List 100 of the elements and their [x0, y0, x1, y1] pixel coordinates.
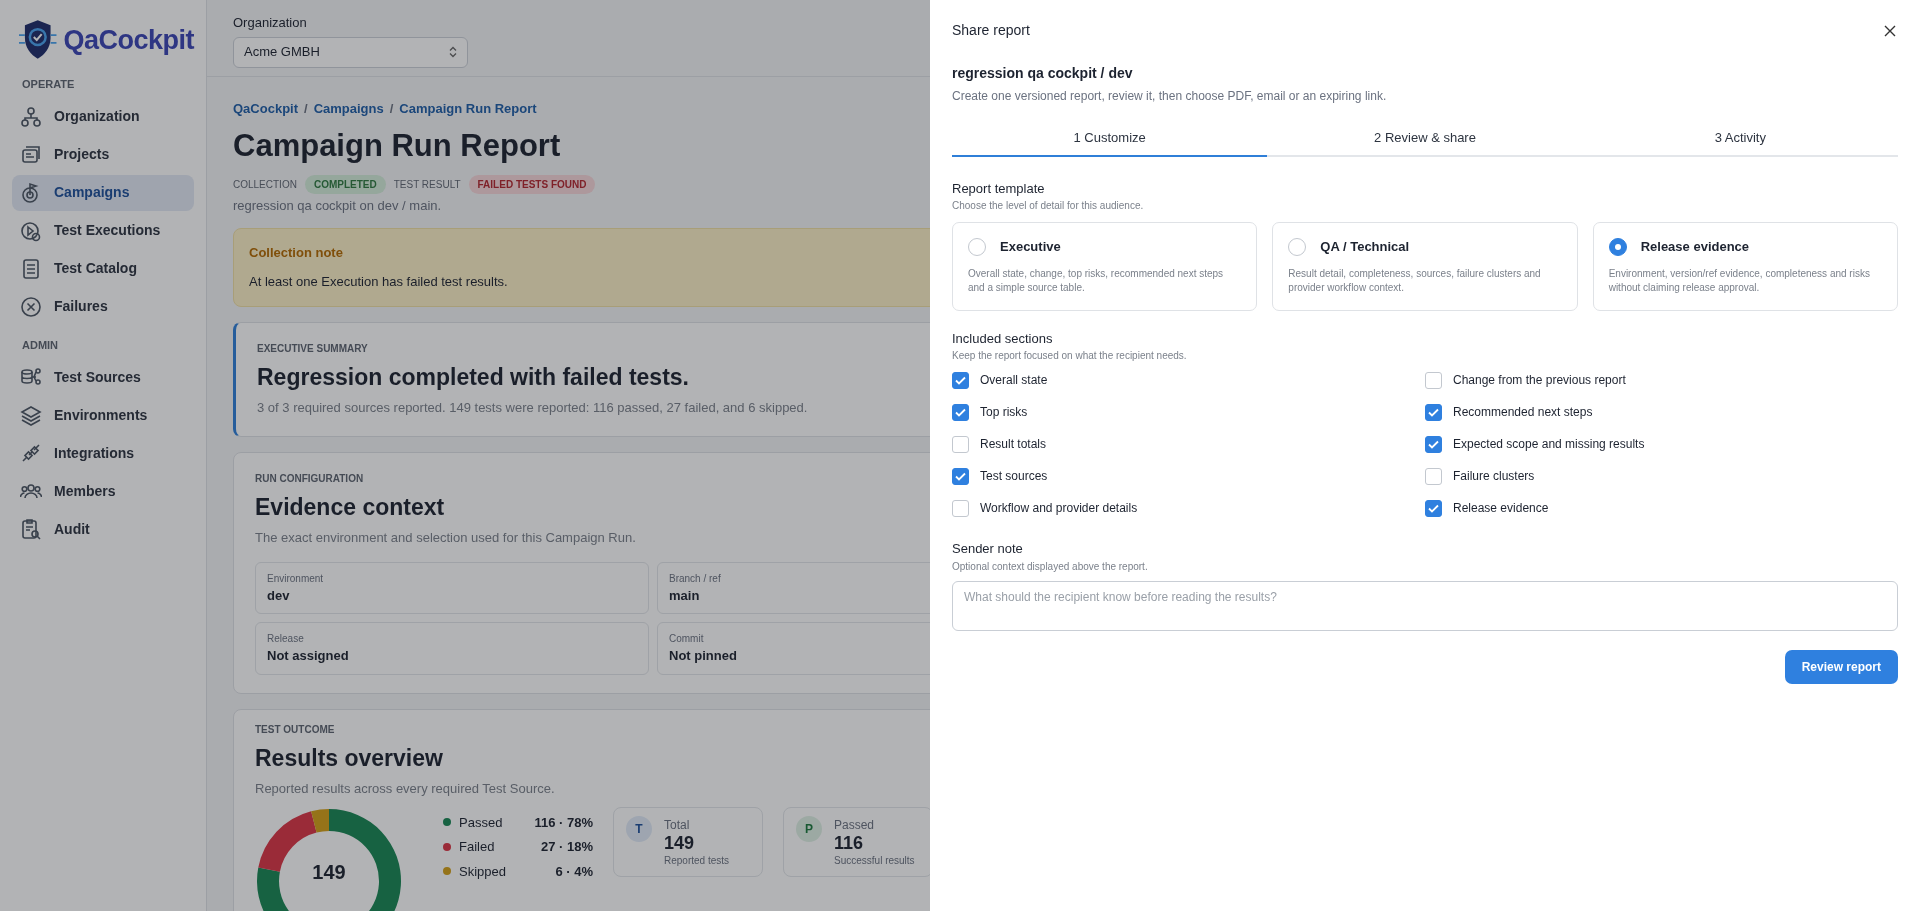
- status-label: COLLECTION: [233, 178, 297, 192]
- stat-label: Total: [664, 816, 691, 834]
- template-option[interactable]: QA / Technical Result detail, completeness, sources, failure clusters and provider workflow context.: [1272, 222, 1578, 311]
- page-title: Campaign Run Report: [233, 126, 561, 165]
- layers-icon: [20, 404, 42, 426]
- sidebar-item[interactable]: Test Catalog: [12, 250, 194, 287]
- chevron-updown-icon: [449, 46, 457, 58]
- section-eyebrow: EXECUTIVE SUMMARY: [257, 341, 368, 356]
- review-report-button[interactable]: Review report: [1784, 650, 1898, 684]
- radio-button[interactable]: [1608, 237, 1627, 256]
- drawer-description: Create one versioned report, review it, then choose PDF, email or an expiring link.: [952, 88, 1388, 105]
- checkbox[interactable]: [1425, 499, 1442, 517]
- option-description: Result detail, completeness, sources, failure clusters and provider workflow context.: [1288, 266, 1542, 295]
- checkbox[interactable]: [952, 371, 969, 389]
- sidebar-item[interactable]: Environments: [12, 397, 194, 433]
- legend-value: 27 · 18%: [540, 838, 593, 856]
- section-description: Reported results across every required Test Source.: [255, 780, 555, 798]
- drawer-title: Share report: [952, 21, 1030, 40]
- section-eyebrow: TEST OUTCOME: [255, 722, 335, 737]
- report-subject: regression qa cockpit / dev: [952, 64, 1134, 83]
- checkbox-label: Test sources: [980, 468, 1048, 485]
- step-tab[interactable]: 2 Review & share: [1267, 121, 1583, 157]
- section-description: 3 of 3 required sources reported. 149 tests were reported: 116 passed, 27 failed, and 6 skipped.: [257, 399, 808, 417]
- stat-caption: Reported tests: [664, 854, 730, 869]
- sidebar-item[interactable]: Members: [12, 473, 194, 509]
- section-title: Evidence context: [255, 492, 445, 522]
- alert-text: At least one Execution has failed test results.: [249, 273, 508, 291]
- step-tab[interactable]: 1 Customize: [952, 121, 1268, 157]
- option-title: Executive: [1000, 238, 1061, 256]
- field-value: main: [669, 586, 700, 605]
- breadcrumb-separator: /: [389, 100, 394, 118]
- breadcrumb-link[interactable]: Campaigns: [313, 99, 384, 119]
- checkbox[interactable]: [952, 435, 969, 453]
- stat-label: Passed: [834, 816, 876, 834]
- checkbox[interactable]: [1425, 467, 1442, 485]
- sidebar-item[interactable]: Test Executions: [12, 212, 194, 249]
- close-icon: [1884, 24, 1896, 37]
- section-description: Keep the report focused on what the recipient needs.: [952, 349, 1188, 363]
- stat-value: 149: [664, 833, 696, 854]
- checkmark-icon: [955, 375, 966, 385]
- logo-wordmark: QaCockpit: [63, 23, 194, 57]
- section-eyebrow: RUN CONFIGURATION: [255, 471, 364, 486]
- field-label: Release: [267, 632, 304, 646]
- checkbox[interactable]: [1425, 435, 1442, 453]
- organization-select[interactable]: Acme GMBH: [233, 36, 468, 68]
- field-label: Environment: [267, 571, 324, 586]
- field-value: dev: [267, 586, 290, 605]
- field-label: Organization: [233, 14, 307, 32]
- checkbox[interactable]: [952, 403, 969, 421]
- breadcrumb-link[interactable]: QaCockpit: [233, 99, 298, 119]
- option-description: Overall state, change, top risks, recommended next steps and a simple source table.: [968, 266, 1225, 295]
- sidebar-item[interactable]: Test Sources: [12, 359, 194, 395]
- status-badge: FAILED TESTS FOUND: [468, 175, 596, 194]
- section-title: Results overview: [255, 743, 443, 773]
- sidebar-item[interactable]: Failures: [12, 288, 194, 325]
- sidebar-item[interactable]: Organization: [12, 98, 194, 135]
- checkbox-label: Workflow and provider details: [980, 500, 1138, 517]
- checkmark-icon: [1428, 439, 1439, 449]
- checkbox-label: Release evidence: [1453, 500, 1549, 517]
- org-chart-icon: [20, 105, 42, 128]
- sidebar-item[interactable]: Campaigns: [12, 174, 194, 211]
- plug-chain-icon: [20, 442, 42, 464]
- status-badge: COMPLETED: [304, 175, 386, 194]
- breadcrumb-link[interactable]: Campaign Run Report: [399, 99, 537, 119]
- legend-dot: [443, 867, 451, 876]
- checkbox[interactable]: [952, 499, 969, 517]
- sidebar-item[interactable]: Audit: [12, 511, 194, 547]
- stat-caption: Successful results: [834, 854, 915, 869]
- clipboard-search-icon: [20, 518, 42, 540]
- folders-icon: [20, 143, 42, 166]
- step-tab[interactable]: 3 Activity: [1582, 121, 1898, 157]
- circle-x-icon: [20, 295, 42, 318]
- sidebar-item[interactable]: Projects: [12, 136, 194, 173]
- legend-label: Failed: [459, 838, 495, 856]
- legend-dot: [443, 842, 451, 851]
- note-field[interactable]: What should the recipient know before reading the results?: [952, 580, 1898, 631]
- legend-label: Passed: [459, 813, 503, 832]
- section-description: Choose the level of detail for this audience.: [952, 199, 1145, 213]
- field-label: Commit: [669, 632, 704, 646]
- stat-value: 116: [834, 833, 865, 854]
- database-network-icon: [20, 366, 42, 388]
- document-list-icon: [20, 257, 42, 280]
- donut-total: 149: [311, 859, 347, 885]
- template-option[interactable]: Executive Overall state, change, top risks, recommended next steps and a simple source table.: [952, 222, 1258, 311]
- checkbox[interactable]: [952, 467, 969, 485]
- letter-avatar: T: [626, 815, 652, 842]
- breadcrumb-separator: /: [304, 100, 308, 118]
- page-subtitle: regression qa cockpit on dev / main.: [233, 197, 442, 215]
- checkbox-label: Overall state: [980, 372, 1048, 389]
- option-description: Environment, version/ref evidence, completeness and risks without claiming release approval.: [1608, 266, 1871, 295]
- checkbox[interactable]: [1425, 371, 1442, 389]
- sidebar-item[interactable]: Integrations: [12, 435, 194, 471]
- field-value: Not assigned: [267, 647, 349, 665]
- checkmark-icon: [955, 471, 966, 481]
- checkbox-label: Change from the previous report: [1453, 372, 1626, 389]
- template-option[interactable]: Release evidence Environment, version/ref evidence, completeness and risks without claiming release approval.: [1592, 222, 1898, 311]
- nav-section-heading: ADMIN: [22, 337, 60, 353]
- checkbox[interactable]: [1425, 403, 1442, 421]
- field-value: Not pinned: [669, 647, 737, 665]
- status-label: TEST RESULT: [393, 178, 461, 192]
